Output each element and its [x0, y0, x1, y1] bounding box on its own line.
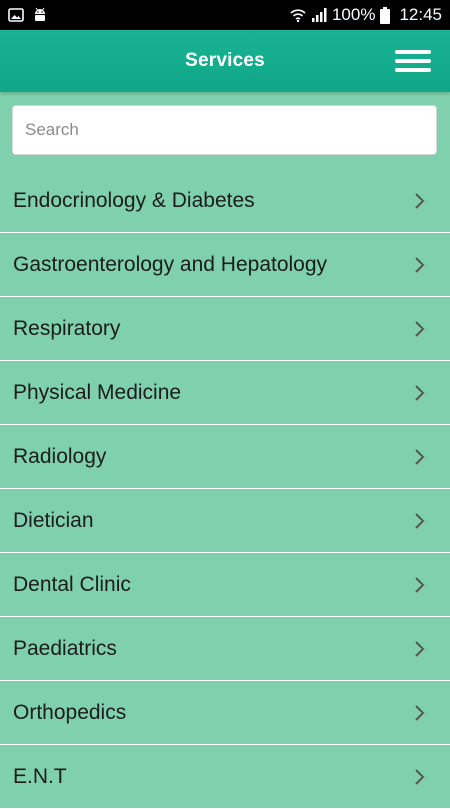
chevron-right-icon [414, 384, 426, 402]
image-notification-icon [8, 8, 24, 22]
status-right: 100% 12:45 [290, 5, 442, 25]
chevron-right-icon [414, 192, 426, 210]
status-bar: 100% 12:45 [0, 0, 450, 30]
status-time: 12:45 [399, 5, 442, 24]
list-item-label: Respiratory [13, 316, 121, 340]
search-input[interactable] [12, 105, 437, 155]
list-item-label: Radiology [13, 444, 107, 468]
battery-percent: 100% [331, 5, 376, 24]
list-item-label: Dietician [13, 508, 94, 532]
app-bar: Services [0, 30, 450, 92]
service-list: Endocrinology & Diabetes Gastroenterolog… [0, 169, 450, 809]
chevron-right-icon [414, 320, 426, 338]
list-item-label: E.N.T [13, 764, 67, 788]
list-item[interactable]: Dental Clinic [0, 553, 450, 617]
chevron-right-icon [414, 448, 426, 466]
list-item-label: Physical Medicine [13, 380, 182, 404]
list-item[interactable]: Physical Medicine [0, 361, 450, 425]
list-item-label: Orthopedics [13, 700, 127, 724]
list-item[interactable]: Orthopedics [0, 681, 450, 745]
list-item[interactable]: Dietician [0, 489, 450, 553]
list-item-label: Paediatrics [13, 636, 117, 660]
search-container [12, 105, 437, 155]
list-item[interactable]: Paediatrics [0, 617, 450, 681]
chevron-right-icon [414, 768, 426, 786]
menu-button[interactable] [394, 46, 432, 76]
chevron-right-icon [414, 512, 426, 530]
battery-icon [380, 6, 391, 24]
list-item[interactable]: Endocrinology & Diabetes [0, 169, 450, 233]
signal-icon [311, 7, 327, 23]
page-title: Services [185, 50, 265, 71]
status-left [8, 7, 48, 23]
list-item-label: Dental Clinic [13, 572, 131, 596]
list-item-label: Gastroenterology and Hepatology [13, 252, 328, 276]
list-item[interactable]: Radiology [0, 425, 450, 489]
list-item[interactable]: Respiratory [0, 297, 450, 361]
chevron-right-icon [414, 640, 426, 658]
chevron-right-icon [414, 256, 426, 274]
chevron-right-icon [414, 704, 426, 722]
list-item[interactable]: E.N.T [0, 745, 450, 809]
list-item[interactable]: Gastroenterology and Hepatology [0, 233, 450, 297]
chevron-right-icon [414, 576, 426, 594]
wifi-icon [290, 7, 306, 23]
android-notification-icon [32, 7, 48, 23]
hamburger-menu-icon [395, 49, 431, 73]
list-item-label: Endocrinology & Diabetes [13, 188, 255, 212]
